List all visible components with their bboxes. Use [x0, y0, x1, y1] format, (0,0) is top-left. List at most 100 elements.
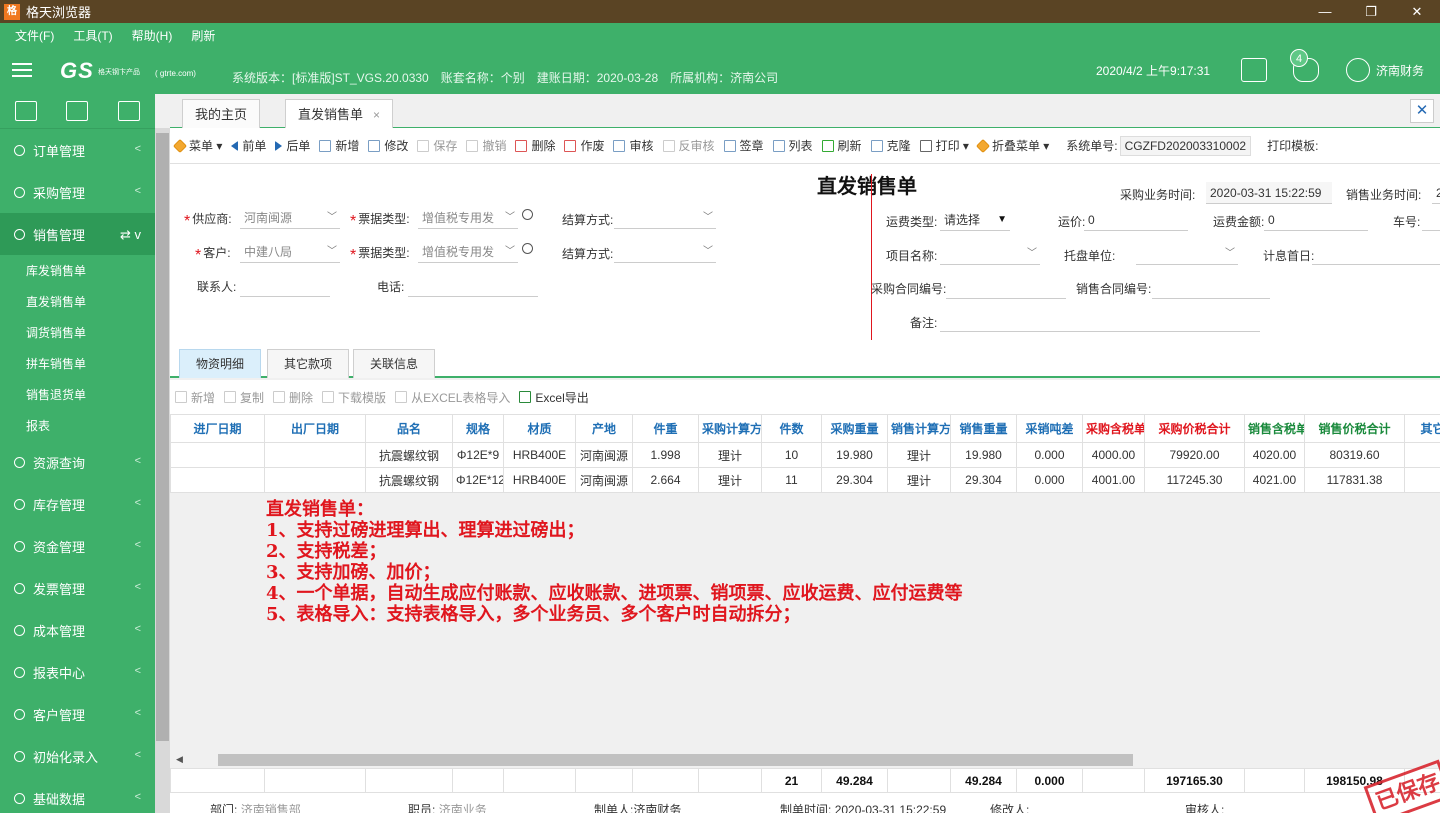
freight-amount-field[interactable]: 0	[1264, 209, 1368, 231]
bill-type-field-2[interactable]: 增值税专用发 ﹀	[418, 241, 518, 263]
sidebar-item-inventory[interactable]: 库存管理 <	[0, 483, 155, 525]
clone-button[interactable]: 克隆	[870, 137, 911, 154]
prev-button[interactable]: 前单	[231, 137, 266, 154]
table-row[interactable]: 抗震螺纹钢 Φ12E*9 HRB400E 河南闽源 1.998 理计 10 19.980 理计 1…	[170, 442, 1440, 468]
hamburger-icon[interactable]	[12, 63, 40, 77]
search-icon[interactable]	[522, 243, 533, 254]
sign-button[interactable]: 签章	[723, 137, 764, 154]
sidebar-item-init[interactable]: 初始化录入 <	[0, 735, 155, 777]
sidebar-sub-transfer-sale[interactable]: 调货销售单	[0, 317, 155, 348]
purchase-time-field[interactable]: 2020-03-31 15:22:59	[1206, 182, 1332, 204]
minimize-button[interactable]: —	[1302, 0, 1348, 23]
sidebar-item-customers[interactable]: 客户管理 <	[0, 693, 155, 735]
tab-related-info[interactable]: 关联信息	[353, 349, 436, 378]
search-icon[interactable]	[522, 209, 533, 220]
tab-home[interactable]: 我的主页	[182, 99, 261, 128]
col-product[interactable]: 品名	[365, 414, 453, 443]
staff-field[interactable]: 济南业务	[439, 803, 487, 813]
contact-field[interactable]	[240, 275, 330, 297]
sidebar-item-invoices[interactable]: 发票管理 <	[0, 567, 155, 609]
col-purchase-unit-price[interactable]: 采购含税单	[1082, 414, 1145, 443]
car-number-field[interactable]	[1422, 209, 1440, 231]
sidebar-item-purchase[interactable]: 采购管理 <	[0, 171, 155, 213]
delete-button[interactable]: 删除	[515, 137, 555, 154]
sidebar-sub-report[interactable]: 报表	[0, 410, 155, 441]
list-button[interactable]: 列表	[772, 137, 813, 154]
system-number-value[interactable]: CGZFD202003310002	[1119, 135, 1252, 156]
menu-help[interactable]: 帮助(H)	[132, 27, 173, 44]
sidebar-item-sales[interactable]: 销售管理 ⇄ v	[0, 213, 155, 255]
col-sale-total[interactable]: 销售价税合计	[1304, 414, 1405, 443]
col-sale-weight[interactable]: 销售重量	[950, 414, 1017, 443]
interest-date-field[interactable]	[1312, 243, 1440, 265]
sidebar-item-report-center[interactable]: 报表中心 <	[0, 651, 155, 693]
freight-price-field[interactable]: 0	[1084, 209, 1188, 231]
close-tab-icon[interactable]: ×	[373, 108, 380, 122]
grid-hscrollbar[interactable]: ◀	[170, 752, 1440, 768]
grid-copy-button[interactable]: 复制	[224, 389, 264, 406]
settlement-field-2[interactable]: ﹀	[614, 241, 716, 263]
save-button[interactable]: 保存	[417, 137, 457, 154]
unaudit-button[interactable]: 反审核	[662, 137, 715, 154]
col-purchase-total[interactable]: 采购价税合计	[1144, 414, 1245, 443]
customer-field[interactable]: 中建八局 ﹀	[240, 241, 340, 263]
edit-button[interactable]: 修改	[368, 137, 408, 154]
col-sale-unit-price[interactable]: 销售含税单	[1244, 414, 1305, 443]
remark-field[interactable]	[940, 310, 1260, 332]
sidebar-item-orders[interactable]: 订单管理 <	[0, 129, 155, 171]
print-button[interactable]: 打印 ▾	[919, 137, 969, 154]
sidebar-item-cost[interactable]: 成本管理 <	[0, 609, 155, 651]
grid-delete-button[interactable]: 删除	[273, 389, 313, 406]
search-doc-icon[interactable]	[66, 101, 89, 121]
col-purchase-weight[interactable]: 采购重量	[821, 414, 888, 443]
close-window-button[interactable]: ✕	[1394, 0, 1440, 23]
sidebar-sub-warehouse-sale[interactable]: 库发销售单	[0, 255, 155, 286]
excel-import-button[interactable]: 从EXCEL表格导入	[395, 389, 510, 406]
col-sale-calc[interactable]: 销售计算方	[887, 414, 951, 443]
col-out-date[interactable]: 出厂日期	[264, 414, 366, 443]
department-field[interactable]: 济南销售部	[241, 803, 301, 813]
sale-time-field[interactable]: 2	[1432, 182, 1440, 204]
sidebar-sub-carpool-sale[interactable]: 拼车销售单	[0, 348, 155, 379]
purchase-contract-field[interactable]	[946, 277, 1066, 299]
col-pieces[interactable]: 件数	[761, 414, 822, 443]
col-spec[interactable]: 规格	[452, 414, 504, 443]
excel-export-button[interactable]: Excel导出	[519, 389, 589, 406]
sidebar-item-base-data[interactable]: 基础数据 <	[0, 777, 155, 813]
maximize-button[interactable]: ❐	[1348, 0, 1394, 23]
col-in-date[interactable]: 进厂日期	[170, 414, 265, 443]
download-template-button[interactable]: 下载模版	[322, 389, 386, 406]
settlement-field[interactable]: ﹀	[614, 207, 716, 229]
sidebar-item-resources[interactable]: 资源查询 <	[0, 441, 155, 483]
table-row[interactable]: 抗震螺纹钢 Φ12E*12 HRB400E 河南闽源 2.664 理计 11 29.304 理计…	[170, 467, 1440, 493]
next-button[interactable]: 后单	[275, 137, 310, 154]
tab-direct-sale[interactable]: 直发销售单 ×	[285, 99, 394, 129]
user-menu[interactable]: 济南财务	[1346, 58, 1424, 82]
new-doc-icon[interactable]	[118, 101, 141, 121]
col-material[interactable]: 材质	[503, 414, 576, 443]
sidebar-sub-direct-sale[interactable]: 直发销售单	[0, 286, 155, 317]
left-scrollbar[interactable]	[155, 128, 170, 813]
undo-button[interactable]: 撤销	[466, 137, 506, 154]
freight-type-select[interactable]: 请选择 ▼	[940, 209, 1010, 231]
tab-material-details[interactable]: 物资明细	[179, 349, 262, 378]
refresh-button[interactable]: 刷新	[821, 137, 862, 154]
void-button[interactable]: 作废	[564, 137, 604, 154]
menu-tools[interactable]: 工具(T)	[73, 27, 112, 44]
menu-button[interactable]: 菜单 ▾	[172, 137, 222, 154]
notes-icon[interactable]	[1241, 58, 1267, 82]
col-origin[interactable]: 产地	[575, 414, 633, 443]
pallet-unit-field[interactable]: ﹀	[1136, 243, 1238, 265]
tab-other-payments[interactable]: 其它款项	[267, 349, 350, 378]
supplier-field[interactable]: 河南闽源 ﹀	[240, 207, 340, 229]
menu-file[interactable]: 文件(F)	[15, 27, 54, 44]
col-other[interactable]: 其它	[1404, 414, 1440, 443]
close-all-tabs-button[interactable]: ✕	[1410, 99, 1434, 123]
audit-button[interactable]: 审核	[613, 137, 654, 154]
menu-refresh[interactable]: 刷新	[191, 27, 215, 44]
fold-menu-button[interactable]: 折叠菜单 ▾	[975, 137, 1049, 154]
phone-field[interactable]	[408, 275, 538, 297]
collapse-menu-icon[interactable]	[14, 101, 37, 121]
project-field[interactable]: ﹀	[940, 243, 1040, 265]
bill-type-field[interactable]: 增值税专用发 ﹀	[418, 207, 518, 229]
